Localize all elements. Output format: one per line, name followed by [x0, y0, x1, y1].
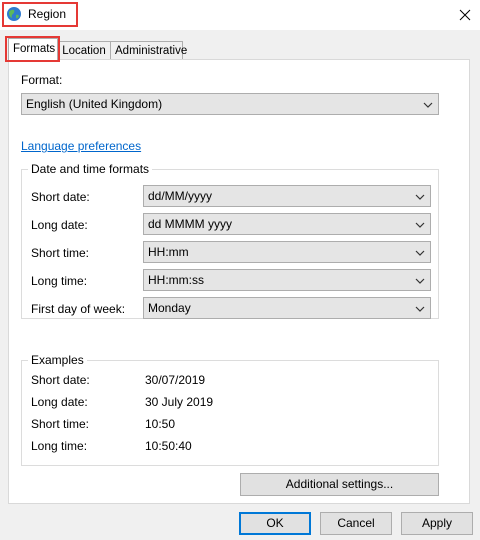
short-date-dropdown[interactable]: dd/MM/yyyy [143, 185, 431, 207]
long-date-value: dd MMMM yyyy [148, 217, 232, 231]
chevron-down-icon [415, 222, 425, 228]
title-bar: Region [0, 0, 480, 30]
group-title: Examples [28, 353, 87, 367]
additional-settings-button[interactable]: Additional settings... [240, 473, 439, 496]
format-label: Format: [21, 73, 63, 87]
short-time-dropdown[interactable]: HH:mm [143, 241, 431, 263]
example-long-time-label: Long time: [31, 439, 88, 453]
close-icon [459, 9, 471, 21]
example-short-time-value: 10:50 [145, 417, 176, 431]
example-long-time-value: 10:50:40 [145, 439, 192, 453]
long-date-label: Long date: [31, 218, 88, 232]
formats-panel: Format: English (United Kingdom) Languag… [8, 59, 470, 504]
close-button[interactable] [450, 0, 480, 30]
chevron-down-icon [415, 250, 425, 256]
example-short-date-label: Short date: [31, 373, 90, 387]
example-long-date-label: Long date: [31, 395, 88, 409]
ok-button[interactable]: OK [239, 512, 311, 535]
chevron-down-icon [415, 278, 425, 284]
group-title: Date and time formats [28, 162, 153, 176]
chevron-down-icon [415, 194, 425, 200]
format-value: English (United Kingdom) [26, 97, 163, 111]
long-time-value: HH:mm:ss [148, 273, 204, 287]
cancel-button[interactable]: Cancel [320, 512, 392, 535]
globe-icon [6, 6, 22, 22]
chevron-down-icon [415, 306, 425, 312]
long-time-label: Long time: [31, 274, 88, 288]
first-day-label: First day of week: [31, 302, 126, 316]
long-time-dropdown[interactable]: HH:mm:ss [143, 269, 431, 291]
short-time-label: Short time: [31, 246, 90, 260]
short-date-value: dd/MM/yyyy [148, 189, 213, 203]
short-time-value: HH:mm [148, 245, 189, 259]
chevron-down-icon [423, 102, 433, 108]
examples-group: Examples Short date: 30/07/2019 Long dat… [21, 353, 439, 466]
language-preferences-link[interactable]: Language preferences [21, 139, 141, 153]
first-day-value: Monday [148, 301, 191, 315]
format-dropdown[interactable]: English (United Kingdom) [21, 93, 439, 115]
example-short-date-value: 30/07/2019 [145, 373, 206, 387]
apply-button[interactable]: Apply [401, 512, 473, 535]
short-date-label: Short date: [31, 190, 90, 204]
tab-administrative[interactable]: Administrative [110, 41, 187, 59]
tab-location[interactable]: Location [57, 41, 111, 59]
example-short-time-label: Short time: [31, 417, 90, 431]
date-time-formats-group: Date and time formats Short date: dd/MM/… [21, 162, 439, 319]
window-title: Region [28, 7, 67, 21]
tab-formats[interactable]: Formats [8, 38, 58, 60]
example-long-date-value: 30 July 2019 [145, 395, 214, 409]
first-day-dropdown[interactable]: Monday [143, 297, 431, 319]
long-date-dropdown[interactable]: dd MMMM yyyy [143, 213, 431, 235]
